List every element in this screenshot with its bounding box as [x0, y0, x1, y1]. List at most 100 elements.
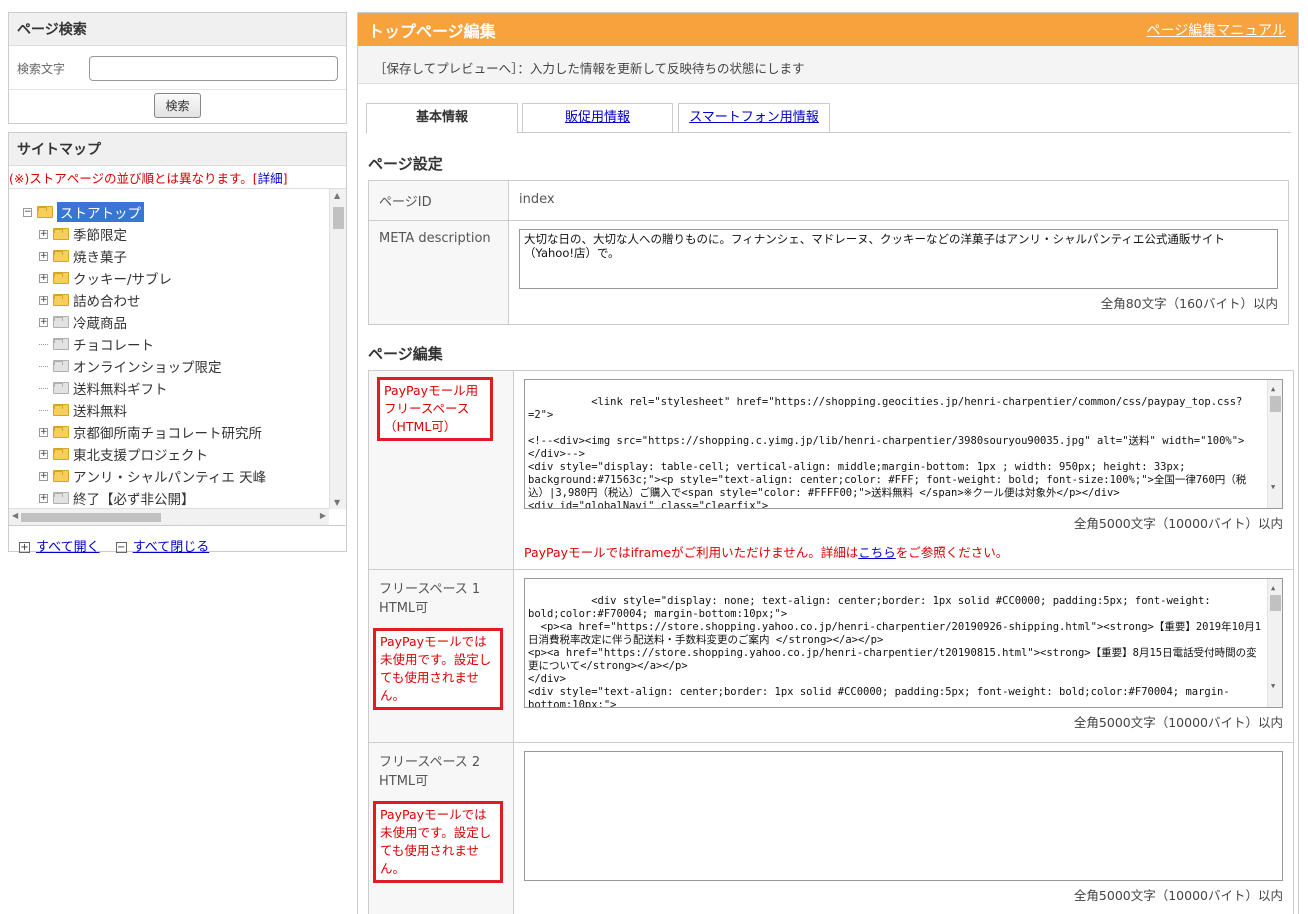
expand-icon[interactable]: + [39, 295, 48, 305]
sitemap-detail-link[interactable]: 詳細 [258, 171, 283, 186]
expand-all-link[interactable]: すべて開く [36, 540, 100, 555]
folder-icon [53, 404, 69, 416]
tab-promotion-info[interactable]: 販促用情報 [522, 103, 673, 133]
tree-item[interactable]: + アンリ・シャルパンティエ 天峰 [9, 465, 329, 487]
expand-icon[interactable]: + [39, 449, 48, 459]
expand-icon[interactable]: + [39, 493, 48, 503]
page-edit-title: ページ編集 [368, 345, 443, 363]
tree-footer: + すべて開く − すべて閉じる [9, 526, 346, 565]
scroll-up-icon[interactable]: ▲ [334, 191, 340, 200]
paypay-warning-link[interactable]: こちら [858, 545, 896, 560]
search-button[interactable]: 検索 [154, 93, 201, 118]
sitemap-note: (※)ストアページの並び順とは異なります。[詳細] [9, 166, 346, 188]
freespace-2-textarea[interactable] [524, 751, 1283, 881]
freespace-2-limit-text: 全角5000文字（10000バイト）以内 [1073, 888, 1283, 903]
tree-item[interactable]: チョコレート [9, 333, 329, 355]
tree-line [39, 343, 48, 345]
tree-item[interactable]: + 詰め合わせ [9, 289, 329, 311]
sitemap-tree: − ストアトップ + 季節限定 + 焼き菓子 + クッキー/サブレ + 詰め合わせ + 冷蔵商品 チョコ… [9, 188, 346, 526]
expand-icon[interactable]: + [39, 471, 48, 481]
search-input[interactable] [89, 56, 338, 81]
textarea-scrollbar[interactable]: ▲ ▼ [1267, 579, 1282, 707]
scrollbar-thumb[interactable] [333, 207, 344, 229]
tree-horizontal-scrollbar[interactable]: ◀ ▶ [9, 508, 329, 525]
tree-item-label[interactable]: 終了【必ず非公開】 [73, 488, 195, 508]
scrollbar-thumb[interactable] [1270, 396, 1281, 412]
expand-icon[interactable]: + [39, 251, 48, 261]
tree-item[interactable]: + 終了【必ず非公開】 [9, 487, 329, 509]
scrollbar-thumb[interactable] [1270, 595, 1281, 611]
freespace-2-label: フリースペース 2 HTML可 [379, 755, 481, 789]
tree-item[interactable]: 送料無料ギフト [9, 377, 329, 399]
paypay-freespace-textarea[interactable]: <link rel="stylesheet" href="https://sho… [524, 379, 1283, 509]
freespace-1-textarea[interactable]: <div style="display: none; text-align: c… [524, 578, 1283, 708]
tree-item-label[interactable]: 詰め合わせ [73, 290, 141, 310]
expand-icon[interactable]: + [39, 427, 48, 437]
tree-item[interactable]: + 季節限定 [9, 223, 329, 245]
tree-item[interactable]: + 焼き菓子 [9, 245, 329, 267]
page-title: トップページ編集 [368, 21, 496, 41]
tree-item-label[interactable]: オンラインショップ限定 [73, 356, 222, 376]
freespace-1-label: フリースペース 1 HTML可 [379, 582, 481, 616]
tree-item[interactable]: + 京都御所南チョコレート研究所 [9, 421, 329, 443]
tab-basic-info[interactable]: 基本情報 [366, 103, 518, 134]
scroll-up-icon[interactable]: ▲ [1271, 383, 1275, 396]
page-settings-table: ページID index META description 大切な日の、大切な人へ… [368, 180, 1289, 325]
sitemap-panel: サイトマップ (※)ストアページの並び順とは異なります。[詳細] − ストアトップ… [8, 132, 347, 555]
folder-icon [37, 206, 53, 218]
collapse-all-link[interactable]: すべて閉じる [133, 540, 210, 555]
tree-item-label[interactable]: 送料無料 [73, 400, 127, 420]
tree-item-label[interactable]: クッキー/サブレ [73, 268, 172, 288]
expand-icon[interactable]: + [39, 229, 48, 239]
scroll-up-icon[interactable]: ▲ [1271, 582, 1275, 595]
tree-item[interactable]: + 冷蔵商品 [9, 311, 329, 333]
paypay-code: <link rel="stylesheet" href="https://sho… [528, 396, 1247, 509]
folder-icon [53, 492, 69, 504]
folder-icon [53, 360, 69, 372]
tree-item-label[interactable]: チョコレート [73, 334, 154, 354]
tree-item[interactable]: + 東北支援プロジェクト [9, 443, 329, 465]
tree-item-label[interactable]: 冷蔵商品 [73, 312, 127, 332]
tree-item-label[interactable]: アンリ・シャルパンティエ 天峰 [73, 466, 266, 486]
scroll-down-icon[interactable]: ▼ [1271, 680, 1275, 693]
tree-item[interactable]: オンラインショップ限定 [9, 355, 329, 377]
folder-icon [53, 426, 69, 438]
expand-icon[interactable]: + [39, 273, 48, 283]
tree-line [39, 387, 48, 389]
tree-item-label[interactable]: 東北支援プロジェクト [73, 444, 208, 464]
folder-icon [53, 272, 69, 284]
expand-icon[interactable]: + [39, 317, 48, 327]
folder-icon [53, 448, 69, 460]
meta-description-label: META description [368, 220, 509, 325]
tree-item[interactable]: 送料無料 [9, 399, 329, 421]
scroll-left-icon[interactable]: ◀ [12, 511, 18, 520]
tree-vertical-scrollbar[interactable]: ▲ ▼ [329, 189, 346, 509]
tree-line [39, 365, 48, 367]
tree-item-label[interactable]: 焼き菓子 [73, 246, 127, 266]
tree-item[interactable]: + クッキー/サブレ [9, 267, 329, 289]
sitemap-title: サイトマップ [9, 133, 346, 166]
meta-description-textarea[interactable]: 大切な日の、大切な人への贈りものに。フィナンシェ、マドレーヌ、クッキーなどの洋菓… [519, 229, 1278, 289]
tree-item-label[interactable]: 季節限定 [73, 224, 127, 244]
manual-link[interactable]: ページ編集マニュアル [1147, 20, 1286, 40]
tree-item-label[interactable]: 京都御所南チョコレート研究所 [73, 422, 262, 442]
folder-icon [53, 382, 69, 394]
search-button-row: 検索 [9, 89, 346, 118]
sitemap-note-end: ] [282, 171, 288, 186]
tree-item[interactable]: − ストアトップ [9, 201, 329, 223]
tree-item-label[interactable]: 送料無料ギフト [73, 378, 168, 398]
tree-item-label[interactable]: ストアトップ [57, 202, 144, 222]
freespace-1-code: <div style="display: none; text-align: c… [528, 595, 1262, 708]
scrollbar-thumb-horizontal[interactable] [21, 513, 161, 522]
freespace-2-unused-note: PayPayモールでは未使用です。設定しても使用されません。 [373, 801, 503, 883]
textarea-scrollbar[interactable]: ▲ ▼ [1267, 380, 1282, 508]
tree-list: − ストアトップ + 季節限定 + 焼き菓子 + クッキー/サブレ + 詰め合わせ + 冷蔵商品 チョコ… [9, 201, 329, 509]
info-bar: ［保存してプレビューへ］：入力した情報を更新して反映待ちの状態にします [358, 46, 1298, 84]
scroll-right-icon[interactable]: ▶ [320, 511, 326, 520]
scroll-down-icon[interactable]: ▼ [1271, 481, 1275, 494]
collapse-icon[interactable]: − [23, 207, 32, 217]
page-id-value: index [508, 180, 1289, 221]
tab-smartphone-info[interactable]: スマートフォン用情報 [678, 103, 830, 133]
scroll-down-icon[interactable]: ▼ [334, 498, 340, 507]
page-search-title: ページ検索 [9, 13, 346, 46]
